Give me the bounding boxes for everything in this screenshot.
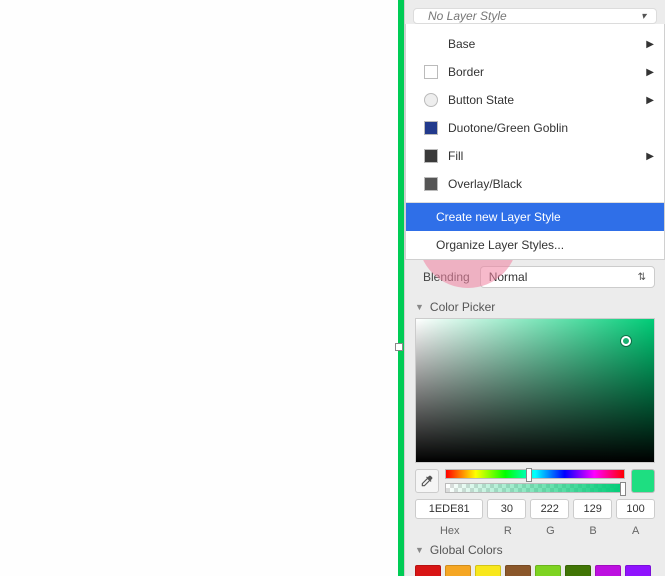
section-title: Global Colors <box>430 543 503 557</box>
a-input[interactable]: 100 <box>616 499 655 519</box>
menu-item-duotone[interactable]: Duotone/Green Goblin <box>406 114 664 142</box>
global-colors-header[interactable]: ▼ Global Colors <box>405 537 665 561</box>
disclosure-triangle-icon: ▼ <box>415 545 424 555</box>
global-color-swatch[interactable] <box>535 565 561 576</box>
chevron-right-icon: ▶ <box>646 95 654 106</box>
global-colors-row <box>405 561 665 576</box>
chevron-down-icon: ▾ <box>641 11 646 22</box>
eyedropper-icon <box>420 474 434 488</box>
disclosure-triangle-icon: ▼ <box>415 302 424 312</box>
alpha-slider[interactable] <box>445 483 625 493</box>
menu-item-label: Base <box>448 37 646 51</box>
stepper-icon: ⇅ <box>638 272 646 283</box>
global-color-swatch[interactable] <box>475 565 501 576</box>
style-swatch <box>424 65 438 79</box>
menu-item-label: Button State <box>448 93 646 107</box>
saturation-value-panel[interactable] <box>415 318 655 463</box>
hue-slider-thumb[interactable] <box>526 468 532 482</box>
menu-item-organize-layer-styles[interactable]: Organize Layer Styles... <box>406 231 664 259</box>
color-picker: 1EDE81 30 222 129 100 Hex R G B A <box>405 318 665 537</box>
style-swatch <box>424 149 438 163</box>
menu-item-border[interactable]: Border ▶ <box>406 58 664 86</box>
global-color-swatch[interactable] <box>445 565 471 576</box>
menu-item-overlay-black[interactable]: Overlay/Black <box>406 170 664 198</box>
layer-style-selected: No Layer Style <box>428 9 507 23</box>
inspector-panel: No Layer Style ▾ Base ▶ Border ▶ Button … <box>404 0 665 576</box>
b-input[interactable]: 129 <box>573 499 612 519</box>
section-title: Color Picker <box>430 300 495 314</box>
global-color-swatch[interactable] <box>415 565 441 576</box>
hex-label: Hex <box>415 525 485 537</box>
menu-item-label: Duotone/Green Goblin <box>448 121 654 135</box>
layer-style-dropdown[interactable]: No Layer Style ▾ <box>413 8 657 24</box>
menu-item-button-state[interactable]: Button State ▶ <box>406 86 664 114</box>
chevron-right-icon: ▶ <box>646 151 654 162</box>
menu-item-label: Create new Layer Style <box>424 210 654 224</box>
color-indicator[interactable] <box>621 336 631 346</box>
alpha-slider-thumb[interactable] <box>620 482 626 496</box>
style-swatch <box>424 93 438 107</box>
r-input[interactable]: 30 <box>487 499 526 519</box>
menu-item-create-layer-style[interactable]: Create new Layer Style <box>406 203 664 231</box>
menu-item-label: Fill <box>448 149 646 163</box>
global-color-swatch[interactable] <box>565 565 591 576</box>
menu-item-label: Border <box>448 65 646 79</box>
current-color-swatch[interactable] <box>631 469 655 493</box>
menu-item-base[interactable]: Base ▶ <box>406 30 664 58</box>
eyedropper-button[interactable] <box>415 469 439 493</box>
g-label: G <box>531 525 570 537</box>
menu-item-fill[interactable]: Fill ▶ <box>406 142 664 170</box>
chevron-right-icon: ▶ <box>646 67 654 78</box>
canvas-area[interactable] <box>0 0 404 576</box>
g-input[interactable]: 222 <box>530 499 569 519</box>
global-color-swatch[interactable] <box>625 565 651 576</box>
resize-handle-midright[interactable] <box>395 343 403 351</box>
b-label: B <box>574 525 613 537</box>
style-swatch <box>424 177 438 191</box>
chevron-right-icon: ▶ <box>646 39 654 50</box>
hue-slider[interactable] <box>445 469 625 479</box>
layer-style-menu: Base ▶ Border ▶ Button State ▶ Duotone/G… <box>405 24 665 260</box>
global-color-swatch[interactable] <box>595 565 621 576</box>
a-label: A <box>616 525 655 537</box>
menu-item-label: Organize Layer Styles... <box>424 238 654 252</box>
menu-item-label: Overlay/Black <box>448 177 654 191</box>
hex-input[interactable]: 1EDE81 <box>415 499 483 519</box>
global-color-swatch[interactable] <box>505 565 531 576</box>
color-picker-header[interactable]: ▼ Color Picker <box>405 294 665 318</box>
r-label: R <box>489 525 528 537</box>
style-swatch <box>424 121 438 135</box>
